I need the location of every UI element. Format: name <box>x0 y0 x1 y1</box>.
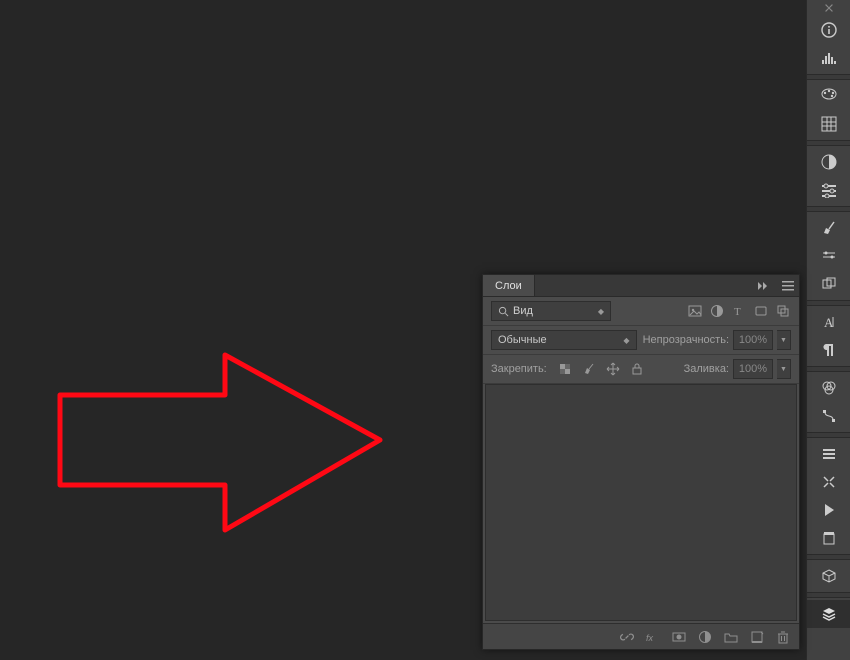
toolbar-separator <box>807 592 850 598</box>
arrow-shape <box>55 350 395 550</box>
histogram-icon[interactable] <box>807 44 850 72</box>
paragraph-icon[interactable] <box>807 336 850 364</box>
grid-icon[interactable] <box>807 110 850 138</box>
layers-icon[interactable] <box>807 600 850 628</box>
actions-icon[interactable] <box>807 440 850 468</box>
blend-opacity-row: Обычные ◆ Непрозрачность: 100% ▼ <box>483 326 799 355</box>
3d-icon[interactable] <box>807 562 850 590</box>
toolbar-separator <box>807 432 850 438</box>
toolbar-separator <box>807 366 850 372</box>
trash-icon[interactable] <box>775 629 791 645</box>
clone-panel-icon[interactable] <box>807 270 850 298</box>
toolbar-separator <box>807 206 850 212</box>
opacity-value[interactable]: 100% <box>733 330 773 350</box>
lock-all-icon[interactable] <box>629 361 645 377</box>
filter-smart-icon[interactable] <box>775 303 791 319</box>
filter-adjust-icon[interactable] <box>709 303 725 319</box>
lock-move-icon[interactable] <box>605 361 621 377</box>
character-icon[interactable]: A <box>807 308 850 336</box>
panel-tab-bar: Слои <box>483 275 799 297</box>
fill-dropdown-icon[interactable]: ▼ <box>777 359 791 379</box>
layers-footer: fx <box>483 623 799 649</box>
layers-list[interactable] <box>485 384 797 621</box>
svg-text:fx: fx <box>646 633 654 643</box>
mask-icon[interactable] <box>671 629 687 645</box>
chevron-updown-icon: ◆ <box>623 336 629 345</box>
layers-tab[interactable]: Слои <box>483 275 535 296</box>
toolbar-separator <box>807 140 850 146</box>
opacity-label: Непрозрачность: <box>643 334 729 346</box>
filter-image-icon[interactable] <box>687 303 703 319</box>
panel-flyout-icon[interactable] <box>749 275 777 296</box>
save-options-icon[interactable] <box>807 524 850 552</box>
filter-type-icon[interactable]: T <box>731 303 747 319</box>
brush-options-icon[interactable] <box>807 242 850 270</box>
fill-label: Заливка: <box>684 363 729 375</box>
channels-icon[interactable] <box>807 374 850 402</box>
layer-filter-row: Вид ◆ T <box>483 297 799 326</box>
tab-spacer <box>535 275 749 296</box>
fill-value[interactable]: 100% <box>733 359 773 379</box>
toolbar-separator <box>807 300 850 306</box>
group-icon[interactable] <box>723 629 739 645</box>
panel-menu-icon[interactable] <box>777 275 799 296</box>
link-layers-icon[interactable] <box>619 629 635 645</box>
info-icon[interactable] <box>807 16 850 44</box>
paths-icon[interactable] <box>807 402 850 430</box>
blend-mode-value: Обычные <box>498 334 547 346</box>
layer-kind-select[interactable]: Вид ◆ <box>491 301 611 321</box>
right-toolbar: A <box>806 0 850 660</box>
toolbar-separator <box>807 74 850 80</box>
layers-panel: Слои Вид ◆ T Обычные ◆ Непрозрачность: <box>482 274 800 650</box>
toolbar-separator <box>807 554 850 560</box>
lock-fill-row: Закрепить: Заливка: 100% ▼ <box>483 355 799 384</box>
opacity-dropdown-icon[interactable]: ▼ <box>777 330 791 350</box>
svg-text:T: T <box>734 306 741 318</box>
adjustment-layer-icon[interactable] <box>697 629 713 645</box>
fx-icon[interactable]: fx <box>645 629 661 645</box>
lock-label: Закрепить: <box>491 363 547 375</box>
adjustments-icon[interactable] <box>807 176 850 204</box>
play-icon[interactable] <box>807 496 850 524</box>
swatches-icon[interactable] <box>807 82 850 110</box>
kind-label: Вид <box>513 305 533 317</box>
search-icon <box>498 306 509 317</box>
panel-grip-icon[interactable] <box>807 0 850 16</box>
tools-icon[interactable] <box>807 468 850 496</box>
contrast-icon[interactable] <box>807 148 850 176</box>
chevron-updown-icon: ◆ <box>598 307 604 316</box>
brush-icon[interactable] <box>807 214 850 242</box>
filter-shape-icon[interactable] <box>753 303 769 319</box>
lock-paint-icon[interactable] <box>581 361 597 377</box>
blend-mode-select[interactable]: Обычные ◆ <box>491 330 637 350</box>
lock-transparent-icon[interactable] <box>557 361 573 377</box>
new-layer-icon[interactable] <box>749 629 765 645</box>
